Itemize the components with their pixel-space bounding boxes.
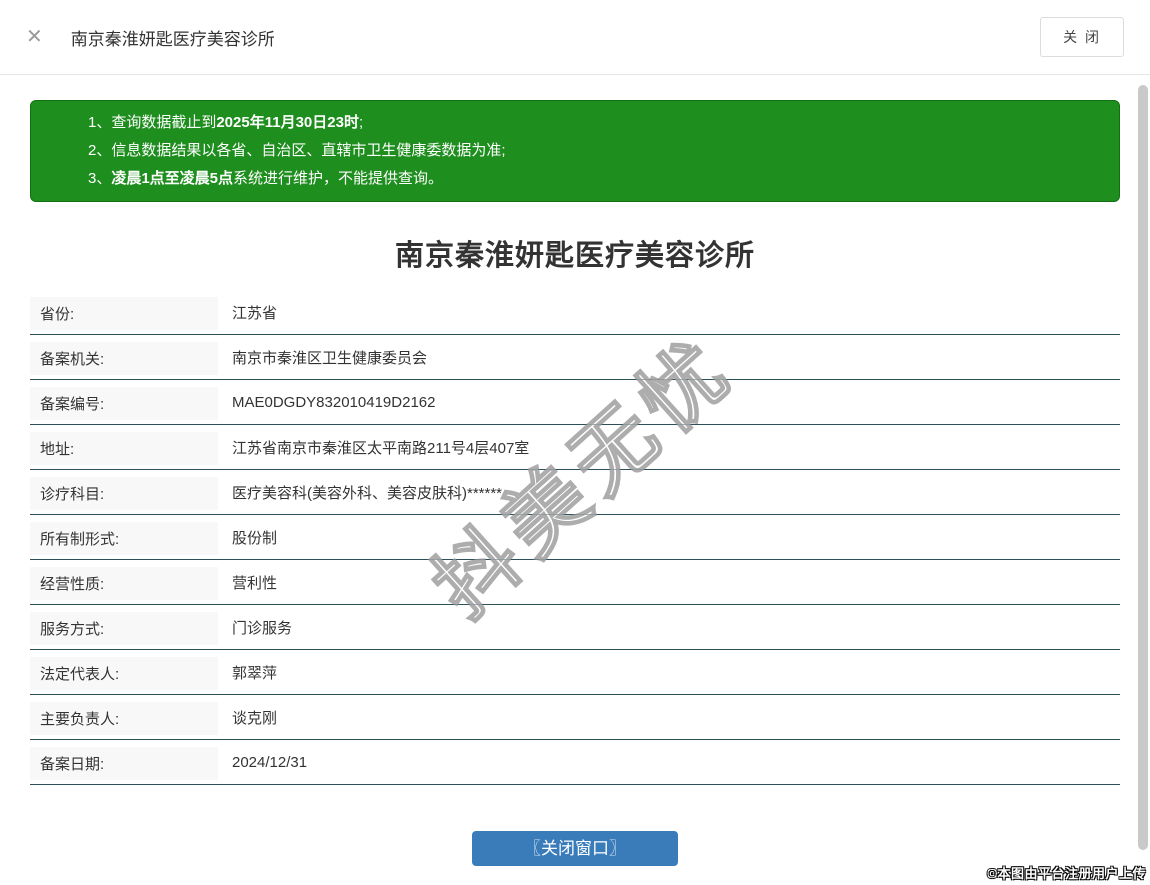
table-row: 主要负责人: 谈克刚 [30,695,1120,740]
table-row: 经营性质: 营利性 [30,560,1120,605]
table-row: 省份: 江苏省 [30,290,1120,335]
notice-line-1-tail: ; [358,114,364,131]
table-row: 地址: 江苏省南京市秦淮区太平南路211号4层407室 [30,425,1120,470]
row-label-province: 省份: [30,290,218,334]
table-row: 服务方式: 门诊服务 [30,605,1120,650]
table-row: 诊疗科目: 医疗美容科(美容外科、美容皮肤科)****** [30,470,1120,515]
row-value-address: 江苏省南京市秦淮区太平南路211号4层407室 [232,439,530,457]
table-row: 法定代表人: 郭翠萍 [30,650,1120,695]
row-value-filing-date: 2024/12/31 [232,753,308,771]
row-label-filing-date: 备案日期: [30,740,218,784]
notice-line-3-text: 3、 [88,170,112,187]
window-title: 南京秦淮妍匙医疗美容诊所 [70,29,275,49]
table-row: 备案机关: 南京市秦淮区卫生健康委员会 [30,335,1120,380]
notice-line-1-text: 1、查询数据截止到 [88,114,217,131]
row-value-treatment-subjects: 医疗美容科(美容外科、美容皮肤科)****** [232,484,503,502]
row-label-service-mode: 服务方式: [30,605,218,649]
notice-line-3-tail: 系统进行维护，不能提供查询。 [233,170,444,187]
row-label-main-responsible-person: 主要负责人: [30,695,218,739]
row-value-business-nature: 营利性 [232,574,278,592]
notice-line-2: 2、信息数据结果以各省、自治区、直辖市卫生健康委数据为准; [88,137,1099,165]
table-row: 备案编号: MAE0DGDY832010419D2162 [30,380,1120,425]
upload-credit-watermark: ©本图由平台注册用户上传 [987,866,1146,881]
row-label-treatment-subjects: 诊疗科目: [30,470,218,514]
row-value-filing-number: MAE0DGDY832010419D2162 [232,393,436,411]
table-row: 备案日期: 2024/12/31 [30,740,1120,785]
row-label-business-nature: 经营性质: [30,560,218,604]
notice-box: 1、查询数据截止到2025年11月30日23时; 2、信息数据结果以各省、自治区… [30,100,1120,202]
vertical-scrollbar[interactable] [1138,85,1148,850]
close-x-icon[interactable]: ✕ [26,27,43,47]
row-value-ownership-form: 股份制 [232,529,278,547]
row-value-service-mode: 门诊服务 [232,619,293,637]
notice-line-1: 1、查询数据截止到2025年11月30日23时; [88,109,1099,137]
detail-table: 省份: 江苏省 备案机关: 南京市秦淮区卫生健康委员会 备案编号: MAE0DG… [30,290,1120,785]
window-header: ✕ 南京秦淮妍匙医疗美容诊所 关 闭 [0,0,1150,75]
row-value-filing-authority: 南京市秦淮区卫生健康委员会 [232,349,428,367]
clinic-title: 南京秦淮妍匙医疗美容诊所 [394,240,755,272]
row-label-legal-representative: 法定代表人: [30,650,218,694]
notice-line-3: 3、凌晨1点至凌晨5点系统进行维护，不能提供查询。 [88,165,1099,193]
footer-bar: 〖关闭窗口〗 [0,831,1150,866]
row-label-address: 地址: [30,425,218,469]
row-label-filing-number: 备案编号: [30,380,218,424]
close-window-button[interactable]: 〖关闭窗口〗 [472,831,678,866]
table-row: 所有制形式: 股份制 [30,515,1120,560]
row-value-province: 江苏省 [232,304,278,322]
row-label-ownership-form: 所有制形式: [30,515,218,559]
row-value-main-responsible-person: 谈克刚 [232,709,278,727]
notice-line-2-text: 2、信息数据结果以各省、自治区、直辖市卫生健康委数据为准; [88,142,506,159]
row-label-filing-authority: 备案机关: [30,335,218,379]
row-value-legal-representative: 郭翠萍 [232,664,278,682]
notice-line-1-bold: 2025年11月30日23时 [216,114,359,131]
notice-line-3-bold: 凌晨1点至凌晨5点 [111,170,234,187]
header-close-button[interactable]: 关 闭 [1040,17,1124,57]
